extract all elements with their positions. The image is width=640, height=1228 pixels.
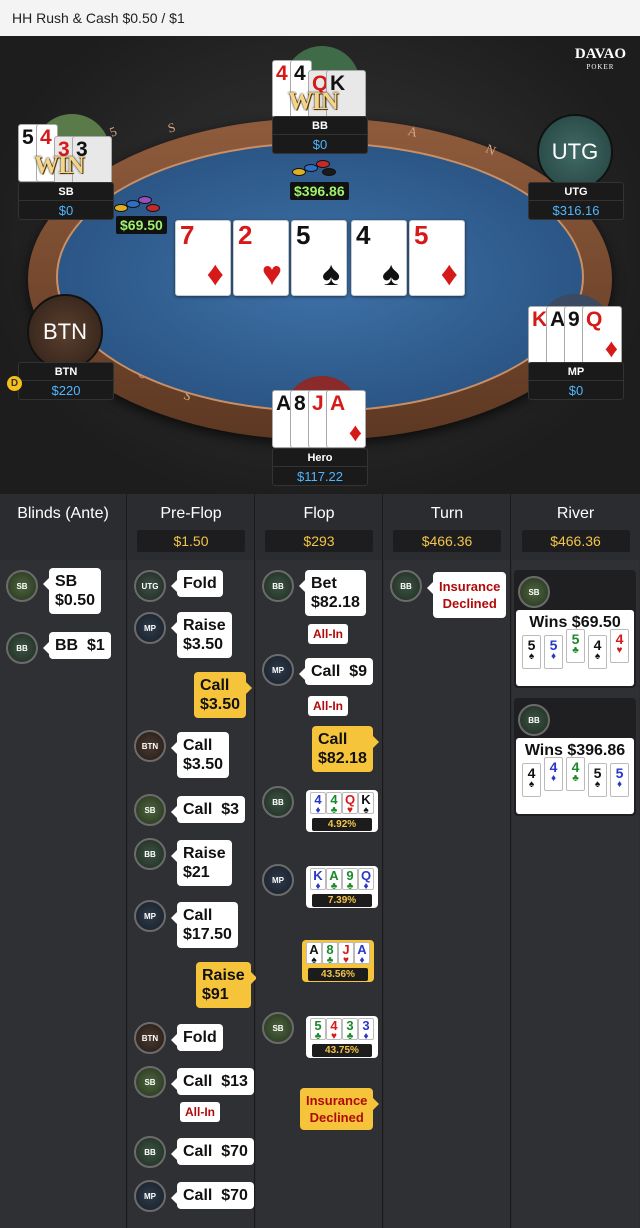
mp-card-4: Q ♦ — [582, 306, 622, 364]
action-bubble: Fold — [171, 1024, 223, 1051]
col-header-turn: Turn $466.36 — [384, 494, 511, 560]
hero-card-4: A ♦ — [326, 390, 366, 448]
action-bubble: Raise $3.50 — [171, 612, 232, 658]
davao-poker-logo: DAVAO POKER — [574, 46, 626, 71]
utg-nameplate: UTG $316.16 — [528, 182, 624, 220]
sb-nameplate: SB $0 — [18, 182, 114, 220]
action-bubble: Bet $82.18 — [299, 570, 366, 616]
board-card-1: 7 ♦ — [175, 220, 231, 296]
utg-avatar[interactable]: UTG — [537, 114, 613, 190]
action-badge: MP — [134, 612, 166, 644]
board-card-2: 2 ♥ — [233, 220, 289, 296]
all-in-badge: All-In — [308, 696, 348, 716]
action-bubble: Call $3.50 — [170, 732, 230, 778]
bb-chip-stack-icon — [292, 154, 338, 180]
action-badge: UTG — [134, 570, 166, 602]
action-bubble: Call $70 — [171, 1138, 254, 1165]
bb-pot-amount: $396.86 — [290, 182, 349, 200]
winner-card-panel: Wins $396.86 4 ♠ 4 ♦ 4 ♣ 5 ♠ 5 ♦ — [516, 738, 634, 814]
hero-nameplate: Hero $117.22 — [272, 448, 368, 486]
preflop-column: UTG Fold MP Raise $3.50 Call $3.50 BTN C… — [128, 560, 257, 1228]
action-badge: BB — [262, 570, 294, 602]
all-in-badge: All-In — [308, 624, 348, 644]
action-badge: MP — [134, 900, 166, 932]
winner-card-panel: Wins $69.50 5 ♠ 5 ♦ 5 ♣ 4 ♠ 4 ♥ — [516, 610, 634, 686]
col-header-blinds: Blinds (Ante) — [0, 494, 127, 560]
all-in-badge: All-In — [180, 1102, 220, 1122]
winner-badge: BB — [518, 704, 550, 736]
action-badge: BTN — [134, 730, 166, 762]
action-badge: BB — [134, 1136, 166, 1168]
equity-box: 4 ♦ 4 ♣ Q ♥ K ♠ 4.92% — [306, 790, 378, 832]
col-header-preflop: Pre-Flop $1.50 — [128, 494, 255, 560]
bb-win-label: WIN — [288, 88, 339, 115]
action-badge: BB — [6, 632, 38, 664]
mp-nameplate: MP $0 — [528, 362, 624, 400]
board-card-3: 5 ♠ — [291, 220, 347, 296]
hand-history-panel: Blinds (Ante) Pre-Flop $1.50 Flop $293 Tur… — [0, 494, 640, 1228]
flop-column: BB Bet $82.18 All-In MP Call $9 All-In C… — [256, 560, 383, 1228]
dealer-button-icon: D — [7, 376, 22, 391]
sb-pot-amount: $69.50 — [116, 216, 167, 234]
winner-box-bb: BB Wins $396.86 4 ♠ 4 ♦ 4 ♣ 5 ♠ 5 ♦ — [514, 698, 636, 816]
btn-nameplate: BTN $220 — [18, 362, 114, 400]
insurance-declined-bubble: Insurance Declined — [426, 572, 507, 618]
action-badge: BTN — [134, 1022, 166, 1054]
action-bubble: Fold — [171, 570, 223, 597]
action-badge: BB — [262, 786, 294, 818]
equity-box: 5 ♣ 4 ♥ 3 ♣ 3 ♦ 43.75% — [306, 1016, 378, 1058]
action-badge: BB — [390, 570, 422, 602]
action-badge: MP — [134, 1180, 166, 1212]
bb-nameplate: BB $0 — [272, 116, 368, 154]
action-badge: BB — [134, 838, 166, 870]
board-card-4: 4 ♠ — [351, 220, 407, 296]
winner-badge: SB — [518, 576, 550, 608]
btn-avatar[interactable]: BTN — [27, 294, 103, 370]
action-bubble: SB $0.50 — [42, 568, 102, 614]
action-badge: MP — [262, 864, 294, 896]
turn-column: BB Insurance Declined — [384, 560, 511, 1228]
col-header-river: River $466.36 — [512, 494, 639, 560]
action-badge: SB — [134, 1066, 166, 1098]
poker-table-view: DAVAO POKER 5 S A N U S A S 4 4 Q K WIN … — [0, 36, 640, 494]
col-header-flop: Flop $293 — [256, 494, 383, 560]
action-bubble: BB $1 — [43, 632, 111, 659]
sb-chip-stack-icon — [114, 192, 160, 218]
hero-action-bubble: Call $82.18 — [312, 726, 379, 772]
action-badge: SB — [262, 1012, 294, 1044]
equity-box: K ♦ A ♣ 9 ♣ Q ♦ 7.39% — [306, 866, 378, 908]
action-bubble: Call $17.50 — [171, 902, 238, 948]
action-bubble: Raise $21 — [171, 840, 232, 886]
action-bubble: Call $70 — [171, 1182, 254, 1209]
hero-action-bubble: Raise $91 — [196, 962, 257, 1008]
board-card-5: 5 ♦ — [409, 220, 465, 296]
action-badge: SB — [6, 570, 38, 602]
action-bubble: Call $9 — [298, 658, 374, 685]
hero-action-bubble: Call $3.50 — [194, 672, 253, 718]
action-badge: MP — [262, 654, 294, 686]
action-badge: SB — [134, 794, 166, 826]
action-bubble: Call $13 — [171, 1068, 254, 1095]
blinds-column: SB SB $0.50 BB BB $1 — [0, 560, 127, 1228]
window-title: HH Rush & Cash $0.50 / $1 — [0, 0, 640, 36]
hero-insurance-bubble: Insurance Declined — [300, 1088, 380, 1130]
action-bubble: Call $3 — [170, 796, 246, 823]
hero-equity-box: A ♠ 8 ♣ J ♥ A ♦ 43.56% — [302, 940, 374, 982]
winner-box-sb: SB Wins $69.50 5 ♠ 5 ♦ 5 ♣ 4 ♠ 4 ♥ — [514, 570, 636, 688]
sb-win-label: WIN — [34, 152, 85, 179]
